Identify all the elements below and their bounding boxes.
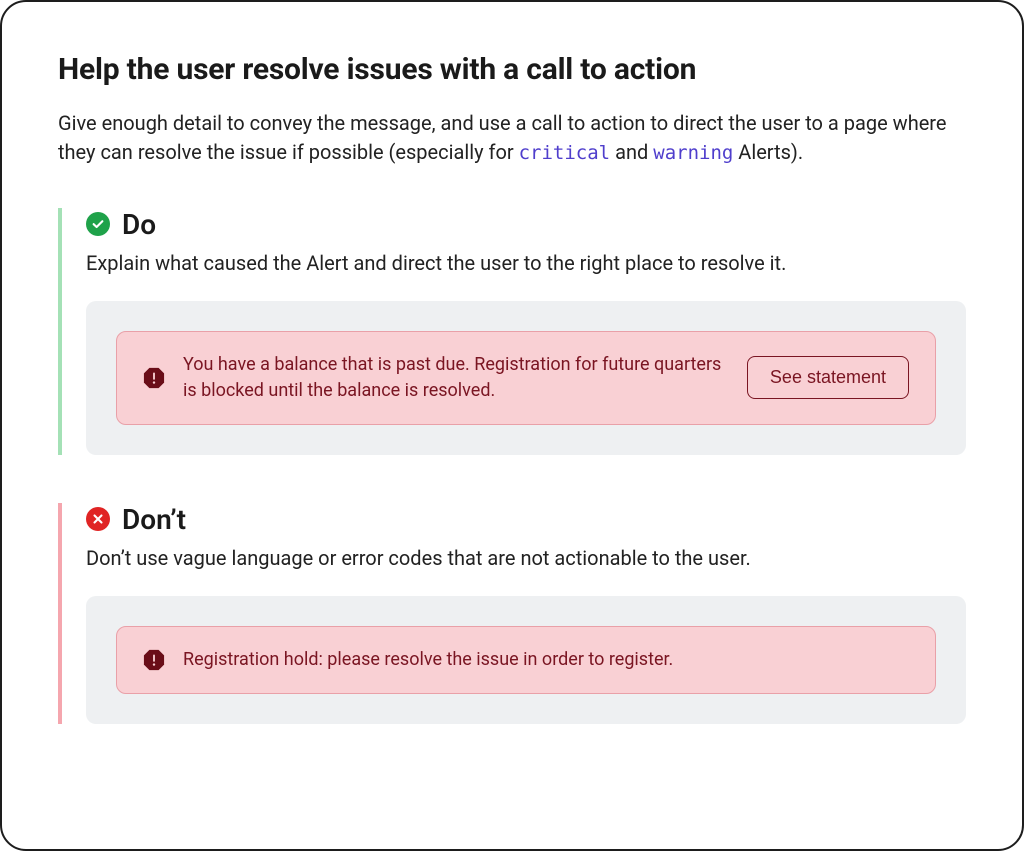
dont-example-well: Registration hold: please resolve the is… bbox=[86, 596, 966, 724]
code-critical: critical bbox=[519, 142, 611, 164]
intro-text-3: Alerts). bbox=[733, 140, 803, 164]
alert-octagon-icon bbox=[143, 649, 165, 671]
dont-description: Don’t use vague language or error codes … bbox=[86, 546, 966, 570]
dont-block: Don’t Don’t use vague language or error … bbox=[58, 503, 966, 724]
intro-text-2: and bbox=[610, 140, 653, 164]
dont-label: Don’t bbox=[122, 503, 186, 536]
intro-paragraph: Give enough detail to convey the message… bbox=[58, 109, 966, 168]
dont-heading-row: Don’t bbox=[86, 503, 966, 536]
do-description: Explain what caused the Alert and direct… bbox=[86, 251, 966, 275]
x-circle-icon bbox=[86, 507, 110, 531]
do-label: Do bbox=[122, 208, 156, 241]
intro-text-1: Give enough detail to convey the message… bbox=[58, 111, 947, 164]
critical-alert-dont: Registration hold: please resolve the is… bbox=[116, 626, 936, 694]
see-statement-button[interactable]: See statement bbox=[747, 356, 909, 399]
page-title: Help the user resolve issues with a call… bbox=[58, 52, 966, 87]
guideline-card: Help the user resolve issues with a call… bbox=[0, 0, 1024, 851]
alert-text-dont: Registration hold: please resolve the is… bbox=[183, 647, 909, 673]
do-example-well: You have a balance that is past due. Reg… bbox=[86, 301, 966, 455]
check-circle-icon bbox=[86, 212, 110, 236]
alert-octagon-icon bbox=[143, 367, 165, 389]
critical-alert-do: You have a balance that is past due. Reg… bbox=[116, 331, 936, 425]
do-heading-row: Do bbox=[86, 208, 966, 241]
code-warning: warning bbox=[653, 142, 733, 164]
alert-text-do: You have a balance that is past due. Reg… bbox=[183, 352, 729, 404]
do-block: Do Explain what caused the Alert and dir… bbox=[58, 208, 966, 455]
